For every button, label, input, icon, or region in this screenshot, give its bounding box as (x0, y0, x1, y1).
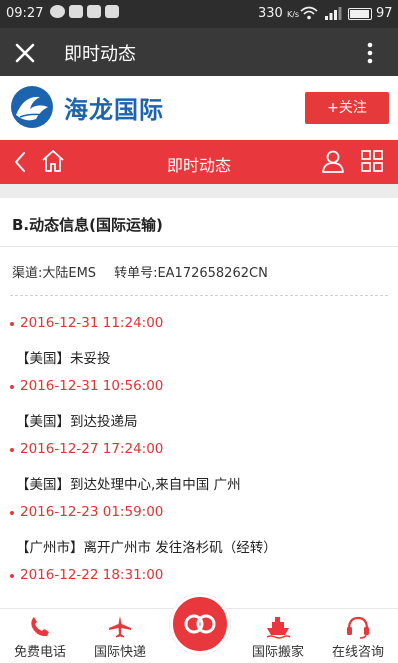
network-speed-unit: K/s (286, 10, 300, 19)
section-gap (0, 184, 398, 198)
event-desc: 【美国】到达投递局 (16, 414, 138, 430)
tracking-card: B.动态信息(国际运输) 渠道:大陆EMS 转单号:EA172658262CN 2… (0, 198, 398, 608)
network-speed-value: 330 (258, 6, 283, 21)
message-icon (69, 5, 83, 18)
divider (0, 246, 398, 247)
event-time: 2016-12-22 18:31:00 (20, 567, 164, 583)
bullet-icon (10, 322, 14, 326)
app-title-bar: 即时动态 (0, 28, 398, 76)
event-desc: 【美国】未妥投 (16, 351, 111, 367)
chat-icon (50, 5, 65, 18)
user-icon[interactable] (320, 148, 346, 174)
close-icon[interactable] (12, 40, 38, 66)
tab-label: 免费电话 (13, 645, 66, 660)
event-time: 2016-12-23 01:59:00 (20, 504, 164, 520)
tab-online-consult[interactable]: 在线咨询 (318, 609, 398, 663)
channel-info: 渠道:大陆EMS 转单号:EA172658262CN (12, 262, 268, 281)
ship-icon (266, 617, 291, 639)
bullet-icon (10, 574, 14, 578)
brand-logo-icon (11, 86, 53, 128)
nav-bar: 即时动态 (0, 140, 398, 184)
headset-icon (347, 616, 369, 639)
status-time: 09:27 (6, 6, 44, 21)
grid-menu-icon[interactable] (360, 149, 384, 173)
center-home-button[interactable] (170, 594, 230, 654)
wifi-icon (300, 6, 318, 20)
channel-label: 渠道:大陆EMS (12, 266, 97, 281)
loop-icon (184, 614, 216, 634)
tab-label: 国际快递 (93, 645, 146, 660)
brand-header: 海龙国际 +关注 (0, 76, 398, 140)
tab-label: 在线咨询 (331, 645, 384, 660)
event-time: 2016-12-27 17:24:00 (20, 441, 164, 457)
tab-label: 国际搬家 (251, 645, 304, 660)
bullet-icon (10, 385, 14, 389)
tab-free-call[interactable]: 免费电话 (0, 609, 80, 663)
tracking-heading: B.动态信息(国际运输) (12, 216, 163, 234)
brand-name: 海龙国际 (64, 96, 164, 124)
event-desc: 【美国】到达处理中心,来自中国 广州 (16, 477, 241, 493)
page-title: 即时动态 (64, 44, 136, 65)
notification-icons (50, 5, 119, 18)
event-time: 2016-12-31 10:56:00 (20, 378, 164, 394)
event-desc: 【广州市】离开广州市 发往洛杉矶（经转） (16, 540, 277, 556)
phone-icon (31, 617, 49, 637)
bullet-icon (10, 511, 14, 515)
more-icon[interactable] (360, 40, 380, 66)
plane-icon (109, 616, 131, 638)
status-bar: 09:27 330 K/s 97 (0, 0, 398, 28)
upload-icon (105, 5, 119, 18)
mail-icon (87, 5, 101, 18)
bullet-icon (10, 448, 14, 452)
signal-icon (325, 7, 342, 20)
tab-intl-express[interactable]: 国际快递 (80, 609, 160, 663)
follow-button[interactable]: +关注 (305, 92, 389, 124)
network-speed: 330 K/s (258, 6, 299, 21)
transfer-number: 转单号:EA172658262CN (114, 266, 268, 281)
event-time: 2016-12-31 11:24:00 (20, 315, 164, 331)
battery-icon (348, 8, 372, 20)
tab-intl-moving[interactable]: 国际搬家 (238, 609, 318, 663)
dashed-divider (10, 295, 388, 296)
battery-level: 97 (376, 6, 393, 21)
